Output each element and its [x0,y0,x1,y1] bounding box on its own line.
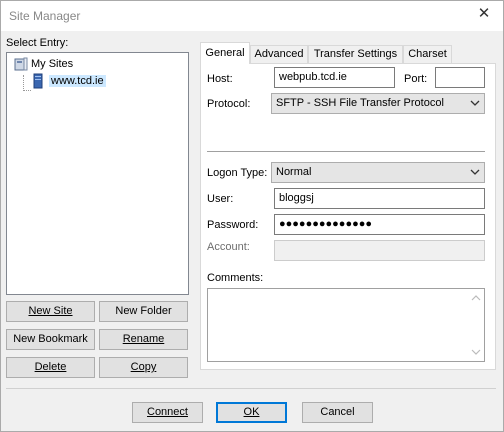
site-tree[interactable]: My Sites www.tcd.ie [6,52,189,295]
new-site-button[interactable]: New Site [6,301,95,322]
comments-label: Comments: [207,272,264,284]
rename-label: Rename [122,333,165,345]
separator [207,151,485,152]
computer-icon [14,57,28,71]
host-label: Host: [207,73,233,85]
ok-button[interactable]: OK [216,402,287,423]
rename-button[interactable]: Rename [99,329,188,350]
window-title: Site Manager [9,9,81,23]
new-site-label: New Site [28,305,73,317]
port-label: Port: [404,73,428,85]
new-bookmark-label: New Bookmark [13,333,88,345]
protocol-value: SFTP - SSH File Transfer Protocol [276,97,444,109]
tree-root-my-sites[interactable]: My Sites [31,58,73,70]
port-input[interactable] [435,67,485,88]
connect-button[interactable]: Connect [132,402,203,423]
cancel-label: Cancel [320,406,355,418]
tab-general[interactable]: General [200,42,250,64]
select-entry-label: Select Entry: [6,37,69,49]
logon-type-label: Logon Type: [207,167,268,179]
protocol-select[interactable]: SFTP - SSH File Transfer Protocol [271,93,485,114]
server-icon [33,73,43,89]
tree-site-www-tcd-ie[interactable]: www.tcd.ie [49,75,106,87]
scroll-up-icon[interactable] [470,293,482,303]
chevron-down-icon [470,169,480,175]
logon-type-select[interactable]: Normal [271,162,485,183]
account-label: Account: [207,241,250,253]
scroll-down-icon[interactable] [470,347,482,357]
delete-button[interactable]: Delete [6,357,95,378]
new-folder-label: New Folder [115,305,172,317]
logon-type-value: Normal [276,166,312,178]
tree-connector [23,75,24,91]
account-input [274,240,485,261]
site-manager-window: Site Manager ✕ Select Entry: My Sites ww… [0,0,504,432]
delete-label: Delete [34,361,67,373]
user-label: User: [207,193,234,205]
comments-textarea[interactable] [207,288,485,362]
tab-charset[interactable]: Charset [403,45,452,63]
host-input[interactable]: webpub.tcd.ie [274,67,395,88]
chevron-down-icon [470,100,480,106]
title-bar: Site Manager ✕ [1,1,503,31]
copy-label: Copy [130,361,157,373]
protocol-label: Protocol: [207,98,251,110]
cancel-button[interactable]: Cancel [302,402,373,423]
copy-button[interactable]: Copy [99,357,188,378]
close-icon[interactable]: ✕ [475,5,493,23]
ok-label: OK [243,406,260,418]
tab-advanced[interactable]: Advanced [250,45,308,63]
password-label: Password: [207,219,259,231]
connect-label: Connect [147,406,188,418]
new-bookmark-button[interactable]: New Bookmark [6,329,95,350]
new-folder-button[interactable]: New Folder [99,301,188,322]
user-input[interactable]: bloggsj [274,188,485,209]
footer-separator [6,388,496,389]
tab-transfer-settings[interactable]: Transfer Settings [308,45,403,63]
password-input[interactable]: ●●●●●●●●●●●●●● [274,214,485,235]
tree-connector-branch [23,90,31,91]
